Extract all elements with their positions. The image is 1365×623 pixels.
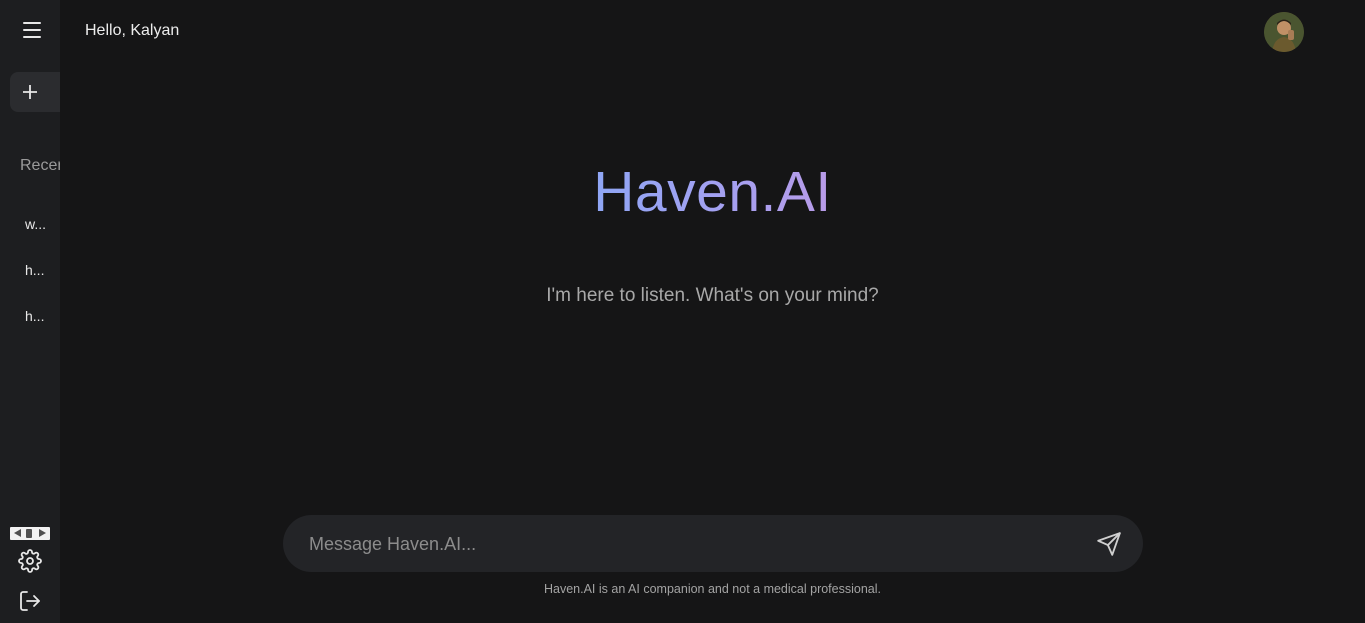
sidebar: Recent w... h... h... [0,0,60,623]
plus-icon [23,85,37,99]
new-chat-button[interactable] [10,72,60,112]
message-composer [283,515,1143,574]
user-avatar[interactable] [1264,12,1304,52]
message-input[interactable] [307,515,1071,574]
recent-chat-item[interactable]: h... [25,262,51,278]
welcome-tagline: I'm here to listen. What's on your mind? [546,285,879,306]
avatar-photo-icon [1264,12,1304,52]
send-button[interactable] [1096,531,1122,557]
scroll-right-arrow-icon[interactable] [39,529,46,537]
disclaimer-text: Haven.AI is an AI companion and not a me… [543,582,881,596]
send-paper-plane-icon [1097,532,1121,556]
hamburger-menu-icon[interactable] [14,14,50,46]
app-window: Recent w... h... h... Hello, Kalyan [0,0,1365,623]
scrollbar-thumb[interactable] [26,529,32,538]
user-greeting: Hello, Kalyan [85,22,180,39]
gear-icon [18,549,42,573]
horizontal-scrollbar[interactable] [10,527,50,540]
brand-title: Haven.AI [0,158,1365,226]
brand-title-text: Haven.AI [593,160,832,224]
scroll-left-arrow-icon[interactable] [14,529,21,537]
recent-chat-item[interactable]: h... [25,308,51,324]
settings-button[interactable] [18,549,42,573]
